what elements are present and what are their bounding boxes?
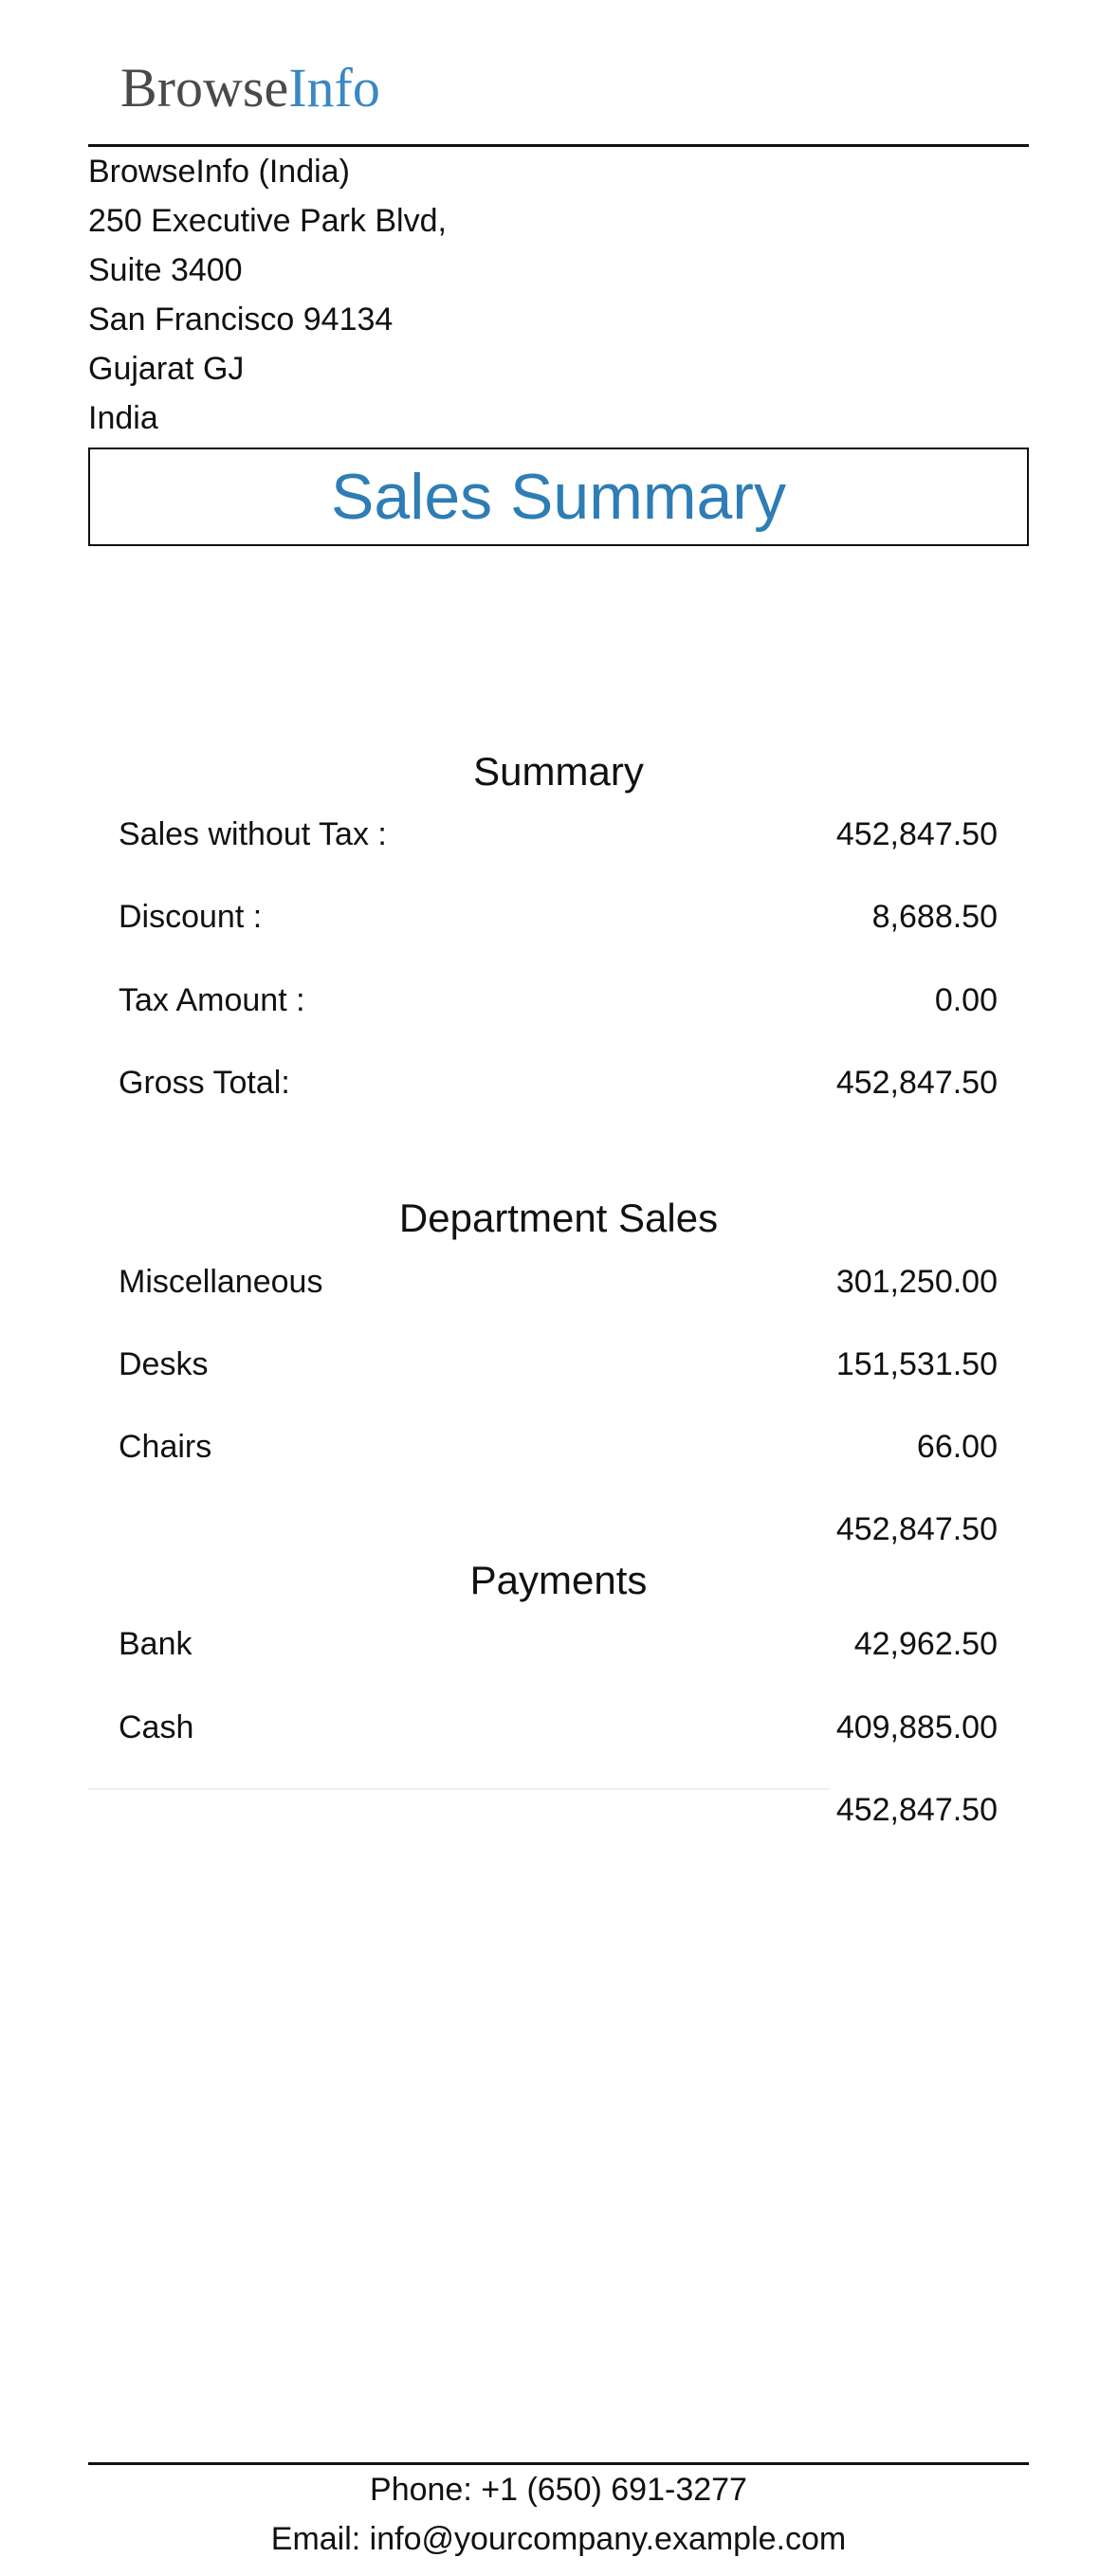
company-address: BrowseInfo (India) 250 Executive Park Bl… xyxy=(88,147,752,443)
payment-row: Cash 409,885.00 xyxy=(119,1701,998,1754)
department-row: Chairs 66.00 xyxy=(119,1420,998,1473)
address-city: San Francisco 94134 xyxy=(88,301,394,338)
address-line-2: Suite 3400 xyxy=(88,252,243,288)
summary-label: Discount : xyxy=(119,898,263,935)
payments-heading: Payments xyxy=(469,1558,648,1602)
payment-value: 409,885.00 xyxy=(835,1708,998,1745)
payments-total: 452,847.50 xyxy=(835,1792,998,1828)
logo-text-browse: Browse xyxy=(120,57,289,119)
payment-label: Bank xyxy=(119,1625,192,1662)
department-row: Desks 151,531.50 xyxy=(119,1338,998,1391)
summary-value: 452,847.50 xyxy=(835,1064,998,1101)
address-line-1: 250 Executive Park Blvd, xyxy=(88,203,447,239)
summary-value: 8,688.50 xyxy=(871,898,998,935)
report-title: Sales Summary xyxy=(331,461,786,533)
department-row: Miscellaneous 301,250.00 xyxy=(119,1255,998,1308)
summary-heading: Summary xyxy=(473,749,644,794)
summary-label: Sales without Tax : xyxy=(119,815,387,852)
summary-row: Gross Total: 452,847.50 xyxy=(119,1056,998,1109)
logo-text-info: Info xyxy=(288,57,380,119)
department-label: Chairs xyxy=(119,1428,212,1465)
department-total: 452,847.50 xyxy=(835,1511,998,1547)
address-state: Gujarat GJ xyxy=(88,351,245,387)
summary-label: Tax Amount : xyxy=(119,981,305,1018)
footer-email: Email: info@yourcompany.example.com xyxy=(270,2521,847,2557)
summary-row: Tax Amount : 0.00 xyxy=(119,974,998,1027)
department-label: Desks xyxy=(119,1345,209,1382)
department-value: 66.00 xyxy=(916,1428,998,1465)
summary-row: Discount : 8,688.50 xyxy=(119,890,998,943)
summary-label: Gross Total: xyxy=(119,1064,290,1101)
department-label: Miscellaneous xyxy=(119,1263,323,1300)
summary-row: Sales without Tax : 452,847.50 xyxy=(119,808,998,861)
company-name: BrowseInfo (India) xyxy=(88,154,350,190)
department-sales-heading: Department Sales xyxy=(398,1196,719,1240)
payment-row: Bank 42,962.50 xyxy=(119,1617,998,1671)
payment-value: 42,962.50 xyxy=(853,1625,998,1662)
report-title-box: Sales Summary xyxy=(88,448,1029,546)
department-value: 151,531.50 xyxy=(835,1345,998,1382)
footer-phone: Phone: +1 (650) 691-3277 xyxy=(370,2472,747,2508)
department-value: 301,250.00 xyxy=(835,1263,998,1300)
address-country: India xyxy=(88,400,158,436)
summary-value: 0.00 xyxy=(934,981,998,1018)
payment-label: Cash xyxy=(119,1708,194,1745)
summary-value: 452,847.50 xyxy=(835,815,998,852)
company-logo: BrowseInfo xyxy=(120,55,380,121)
